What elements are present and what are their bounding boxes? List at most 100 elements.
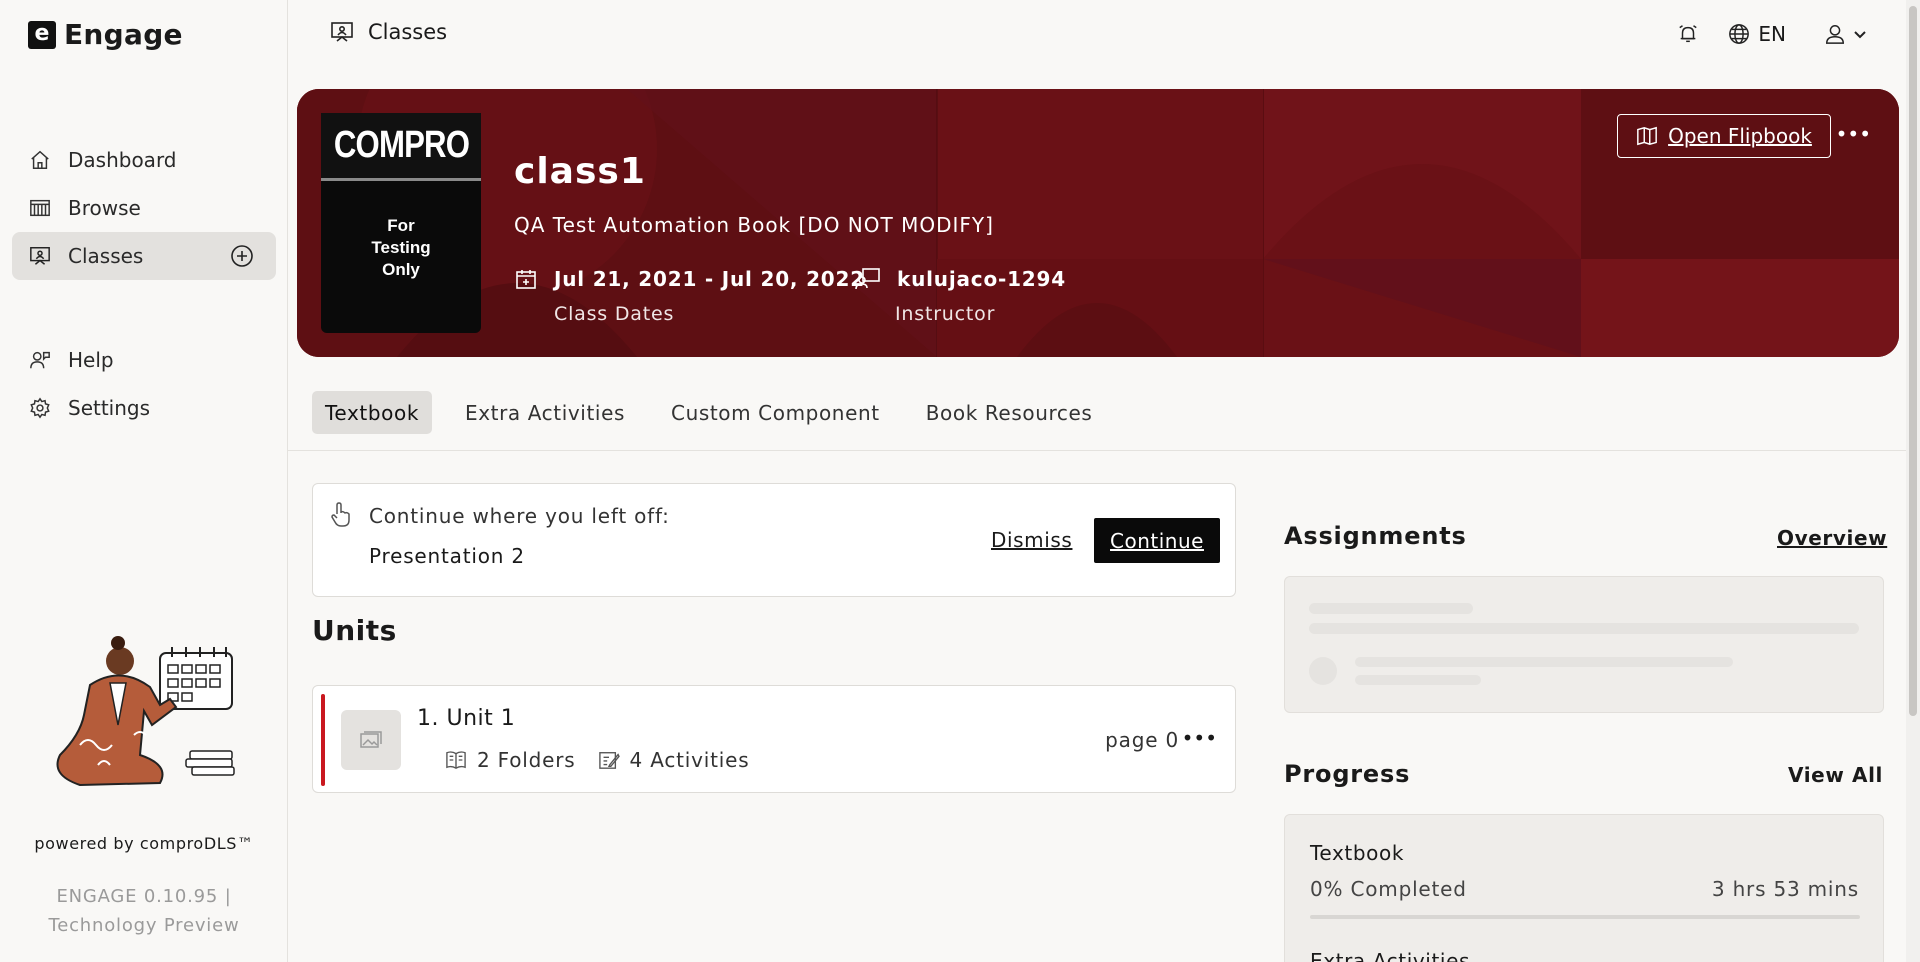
chevron-down-icon (1854, 31, 1866, 39)
tab-book-resources[interactable]: Book Resources (913, 391, 1106, 434)
unit-activities-count: 4 Activities (629, 748, 750, 772)
alarm-bell-icon[interactable] (1676, 22, 1700, 46)
unit-title[interactable]: 1. Unit 1 (417, 706, 515, 731)
sidebar-item-dashboard[interactable]: Dashboard (12, 136, 276, 184)
skeleton-line (1355, 657, 1733, 667)
add-class-icon[interactable] (230, 244, 254, 268)
instructor-label: Instructor (895, 303, 996, 325)
powered-by: powered by comproDLS™ (34, 834, 254, 853)
unit-meta: 2 Folders 4 Activities (445, 748, 749, 772)
open-flipbook-button[interactable]: Open Flipbook (1617, 114, 1831, 158)
continue-card: Continue where you left off: Presentatio… (312, 483, 1236, 597)
continue-label: Continue where you left off: (369, 504, 670, 528)
progress-card: Textbook 0% Completed 3 hrs 53 mins Extr… (1284, 814, 1884, 962)
cover-title: COMPRO (333, 124, 469, 166)
progress-bar (1310, 915, 1860, 919)
continue-button[interactable]: Continue (1094, 518, 1220, 563)
image-placeholder-icon (360, 731, 382, 748)
globe-icon (1729, 24, 1750, 44)
cover-line: For (387, 216, 415, 235)
progress-item-name: Extra Activities (1310, 949, 1470, 962)
progress-heading: Progress (1284, 760, 1411, 788)
sidebar-item-settings[interactable]: Settings (12, 384, 276, 432)
sidebar-item-label: Dashboard (68, 148, 177, 172)
sidebar-item-label: Classes (68, 244, 144, 268)
book-icon (446, 751, 466, 769)
home-icon (28, 148, 52, 172)
sidebar-illustration (40, 625, 250, 805)
continue-item-name: Presentation 2 (369, 544, 525, 568)
unit-folders-count: 2 Folders (477, 748, 576, 772)
assignments-heading: Assignments (1284, 522, 1467, 550)
sidebar: e Engage Dashboard Browse Classes Help S… (0, 0, 288, 962)
class-name: class1 (514, 151, 646, 192)
class-instructor: kulujaco-1294 Instructor (855, 267, 1066, 325)
tabs-divider (288, 450, 1906, 451)
user-menu[interactable] (1824, 23, 1868, 45)
gear-icon (28, 396, 52, 420)
cover-subtitle: For Testing Only (321, 215, 481, 281)
tab-textbook[interactable]: Textbook (312, 391, 432, 434)
library-icon (28, 196, 52, 220)
tab-custom-component[interactable]: Custom Component (658, 391, 893, 434)
class-dates-value: Jul 21, 2021 - Jul 20, 2022 (554, 267, 865, 291)
book-cover: COMPRO For Testing Only (321, 113, 481, 333)
language-code: EN (1758, 22, 1786, 46)
presentation-icon (331, 22, 353, 42)
page-scrollbar[interactable] (1906, 0, 1920, 962)
cover-line: Testing (371, 238, 431, 257)
unit-thumbnail (341, 710, 401, 770)
cover-line: Only (382, 260, 420, 279)
main-nav: Dashboard Browse Classes (12, 136, 276, 280)
open-flipbook-label: Open Flipbook (1668, 124, 1812, 148)
more-options-icon[interactable]: ••• (1182, 726, 1217, 750)
scrollbar-thumb[interactable] (1909, 6, 1917, 716)
class-hero-banner: COMPRO For Testing Only class1 QA Test A… (297, 89, 1899, 357)
tab-extra-activities[interactable]: Extra Activities (452, 391, 638, 434)
sidebar-item-label: Settings (68, 396, 151, 420)
dismiss-button[interactable]: Dismiss (991, 528, 1072, 552)
sidebar-item-label: Browse (68, 196, 141, 220)
secondary-nav: Help Settings (12, 336, 276, 432)
sidebar-item-classes[interactable]: Classes (12, 232, 276, 280)
unit-folders: 2 Folders (445, 748, 576, 772)
unit-card[interactable]: 1. Unit 1 2 Folders 4 Activities page 0 … (312, 685, 1236, 793)
version-line: ENGAGE 0.10.95 | (56, 886, 232, 907)
skeleton-line (1309, 603, 1473, 614)
version-info: ENGAGE 0.10.95 | Technology Preview (0, 882, 288, 940)
calendar-icon (516, 270, 536, 289)
instructor-name: kulujaco-1294 (897, 267, 1066, 291)
book-open-icon (1637, 126, 1657, 146)
assignments-overview-link[interactable]: Overview (1777, 526, 1887, 550)
activity-icon (598, 752, 620, 769)
skeleton-line (1309, 623, 1859, 634)
sidebar-item-browse[interactable]: Browse (12, 184, 276, 232)
logo-mark-icon: e (28, 20, 56, 49)
progress-item-name: Textbook (1310, 841, 1404, 865)
skeleton-line (1355, 675, 1481, 685)
more-options-icon[interactable]: ••• (1836, 122, 1871, 146)
units-heading: Units (312, 614, 397, 647)
class-dates: Jul 21, 2021 - Jul 20, 2022 Class Dates (514, 267, 865, 325)
progress-percent: 0% Completed (1310, 877, 1467, 901)
help-person-icon (28, 348, 52, 372)
page-title: Classes (330, 20, 447, 44)
unit-accent-bar (321, 694, 325, 786)
instructor-icon (855, 268, 880, 290)
app-name: Engage (64, 18, 183, 51)
unit-page: page 0 (1105, 728, 1179, 752)
sidebar-item-label: Help (68, 348, 114, 372)
class-dates-label: Class Dates (554, 303, 675, 325)
header-actions: EN (1676, 22, 1868, 46)
app-logo[interactable]: e Engage (28, 18, 183, 51)
presentation-icon (28, 244, 52, 268)
version-channel: Technology Preview (48, 915, 240, 936)
user-icon (1826, 25, 1844, 44)
page-title-text: Classes (368, 20, 448, 44)
content-tabs: Textbook Extra Activities Custom Compone… (312, 391, 1105, 434)
skeleton-avatar (1309, 657, 1337, 685)
sidebar-item-help[interactable]: Help (12, 336, 276, 384)
language-selector[interactable]: EN (1728, 22, 1786, 46)
hand-pointer-icon (329, 502, 353, 532)
progress-view-all-link[interactable]: View All (1788, 763, 1883, 787)
